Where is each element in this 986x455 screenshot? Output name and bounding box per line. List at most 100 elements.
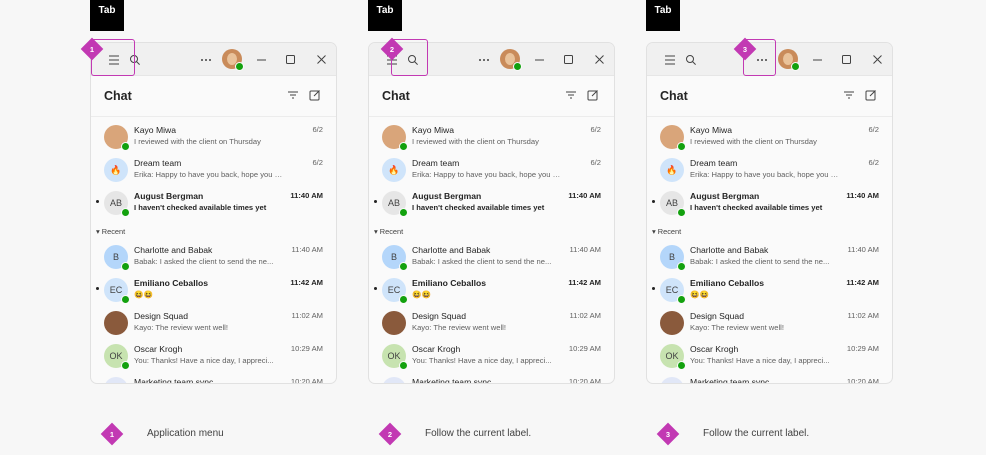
chat-list-item[interactable]: Design Squad Kayo: The review went well! 1… — [369, 307, 614, 340]
chat-time: 11:02 AM — [291, 311, 323, 320]
chat-preview: Erika: Happy to have you back, hope you … — [134, 170, 284, 179]
search-button[interactable] — [677, 43, 705, 76]
step-number: 1 — [89, 44, 95, 54]
chat-avatar — [104, 311, 128, 335]
chat-list-item[interactable]: OK Oscar Krogh You: Thanks! Have a nice da… — [647, 340, 892, 373]
header-divider — [369, 116, 614, 117]
chat-list-item[interactable]: AB August Bergman I haven't checked availa… — [369, 187, 614, 220]
hamburger-icon — [665, 55, 675, 64]
recent-section-header[interactable]: ▾ Recent — [652, 227, 681, 236]
close-button[interactable] — [307, 43, 335, 76]
chat-list-item[interactable]: EC Emiliano Ceballos 😆😆 11:42 AM — [647, 274, 892, 307]
step-badge: 1 — [80, 37, 104, 61]
chat-time: 6/2 — [590, 125, 601, 134]
maximize-icon — [841, 55, 851, 64]
chat-list-item[interactable]: 🔥 Dream team Erika: Happy to have you back… — [647, 154, 892, 187]
chat-list-item[interactable]: OK Oscar Krogh You: Thanks! Have a nice da… — [91, 340, 336, 373]
chat-time: 11:40 AM — [568, 191, 601, 200]
chat-list-item[interactable]: Kayo Miwa I reviewed with the client on T… — [369, 121, 614, 154]
chat-list-item[interactable]: B Charlotte and Babak Babak: I asked the c… — [91, 241, 336, 274]
maximize-button[interactable] — [276, 43, 304, 76]
chat-list-item[interactable]: AB August Bergman I haven't checked availa… — [91, 187, 336, 220]
unread-dot — [374, 287, 377, 290]
recent-section-header[interactable]: ▾ Recent — [96, 227, 125, 236]
minimize-button[interactable] — [525, 43, 553, 76]
profile-avatar[interactable] — [500, 49, 522, 71]
chat-list-item[interactable]: Design Squad Kayo: The review went well! 1… — [647, 307, 892, 340]
compose-button[interactable] — [306, 86, 324, 104]
close-button[interactable] — [863, 43, 891, 76]
chat-list-item[interactable]: AB August Bergman I haven't checked availa… — [647, 187, 892, 220]
presence-available-icon — [399, 142, 408, 151]
presence-available-icon — [235, 62, 244, 71]
chat-list-item[interactable]: ▦ Marketing team sync 10:20 AM — [369, 373, 614, 383]
chat-name: Design Squad — [690, 311, 744, 321]
chat-name: August Bergman — [412, 191, 482, 201]
minimize-button[interactable] — [803, 43, 831, 76]
chat-preview: I haven't checked available times yet — [690, 203, 823, 212]
filter-button[interactable] — [284, 86, 302, 104]
chat-list-item[interactable]: OK Oscar Krogh You: Thanks! Have a nice da… — [369, 340, 614, 373]
minimize-icon — [812, 59, 822, 61]
legend-step-badge: 2 — [378, 422, 402, 446]
profile-avatar[interactable] — [222, 49, 244, 71]
chat-list-item[interactable]: ▦ Marketing team sync 10:20 AM — [647, 373, 892, 383]
chat-avatar: AB — [660, 191, 686, 217]
close-button[interactable] — [585, 43, 613, 76]
chat-list-item[interactable]: Kayo Miwa I reviewed with the client on T… — [91, 121, 336, 154]
more-options-button[interactable] — [192, 43, 220, 76]
chat-preview: I reviewed with the client on Thursday — [412, 137, 539, 146]
chat-preview: Babak: I asked the client to send the ne… — [412, 257, 552, 266]
presence-available-icon — [399, 361, 408, 370]
more-options-button[interactable] — [470, 43, 498, 76]
chat-avatar: B — [660, 245, 686, 271]
chat-list-item[interactable]: Design Squad Kayo: The review went well! 1… — [91, 307, 336, 340]
legend-text: Follow the current label. — [703, 428, 810, 439]
chat-list-item[interactable]: EC Emiliano Ceballos 😆😆 11:42 AM — [369, 274, 614, 307]
chat-time: 6/2 — [868, 125, 879, 134]
legend-step-number: 3 — [665, 429, 671, 439]
maximize-button[interactable] — [554, 43, 582, 76]
chat-avatar: 🔥 — [104, 158, 128, 182]
teams-chat-panel-2: Chat Kayo Miwa I reviewed with the client … — [368, 42, 615, 384]
chat-name: Dream team — [134, 158, 182, 168]
chat-time: 11:42 AM — [846, 278, 879, 287]
close-icon — [872, 55, 882, 64]
compose-button[interactable] — [584, 86, 602, 104]
chat-avatar: 🔥 — [660, 158, 684, 182]
tab-key-indicator: Tab — [90, 0, 124, 31]
minimize-button[interactable] — [247, 43, 275, 76]
chat-time: 11:40 AM — [569, 245, 601, 254]
chat-list-item[interactable]: ▦ Marketing team sync 10:20 AM — [91, 373, 336, 383]
chat-name: Kayo Miwa — [412, 125, 455, 135]
chat-list-item[interactable]: EC Emiliano Ceballos 😆😆 11:42 AM — [91, 274, 336, 307]
chat-name: Kayo Miwa — [690, 125, 733, 135]
chat-list-item[interactable]: B Charlotte and Babak Babak: I asked the c… — [369, 241, 614, 274]
chat-name: Dream team — [412, 158, 460, 168]
chat-avatar — [382, 311, 406, 335]
compose-button[interactable] — [862, 86, 880, 104]
chat-list-item[interactable]: 🔥 Dream team Erika: Happy to have you back… — [369, 154, 614, 187]
chat-list-item[interactable]: B Charlotte and Babak Babak: I asked the c… — [647, 241, 892, 274]
more-options-icon — [201, 58, 211, 61]
chat-time: 10:29 AM — [290, 344, 323, 353]
maximize-button[interactable] — [832, 43, 860, 76]
legend-step-badge: 3 — [656, 422, 680, 446]
recent-section-label: Recent — [101, 227, 126, 236]
filter-button[interactable] — [562, 86, 580, 104]
chat-preview: I reviewed with the client on Thursday — [690, 137, 817, 146]
teams-chat-panel-1: Chat Kayo Miwa I reviewed with the client … — [90, 42, 337, 384]
compose-icon — [865, 90, 876, 101]
chat-list-item[interactable]: 🔥 Dream team Erika: Happy to have you back… — [91, 154, 336, 187]
chat-avatar: B — [104, 245, 130, 271]
profile-avatar[interactable] — [778, 49, 800, 71]
chat-name: Oscar Krogh — [134, 344, 183, 354]
maximize-icon — [563, 55, 573, 64]
recent-section-header[interactable]: ▾ Recent — [374, 227, 403, 236]
step-badge: 3 — [733, 37, 757, 61]
chat-list-item[interactable]: Kayo Miwa I reviewed with the client on T… — [647, 121, 892, 154]
chat-name: Design Squad — [412, 311, 466, 321]
chat-time: 11:40 AM — [847, 245, 879, 254]
filter-button[interactable] — [840, 86, 858, 104]
chat-time: 11:40 AM — [846, 191, 879, 200]
